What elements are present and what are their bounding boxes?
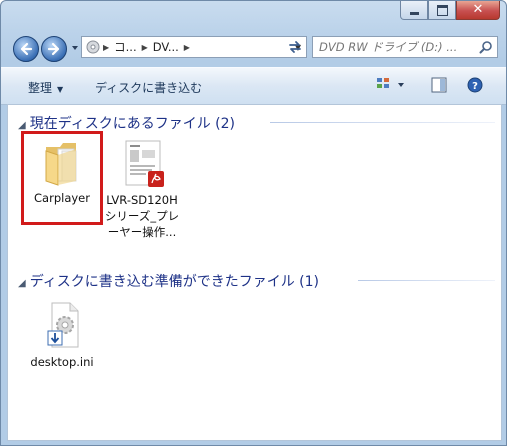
address-bar[interactable]: ▶ コ... ▶ DV... ▶ ▼ <box>81 36 307 58</box>
file-list-pane[interactable]: ◢ 現在ディスクにあるファイル (2) Carplayer LVR-SD120H… <box>7 104 502 441</box>
close-button[interactable]: ✕ <box>456 1 500 20</box>
group-title: ディスクに書き込む準備ができたファイル (1) <box>29 274 320 290</box>
group-title: 現在ディスクにあるファイル (2) <box>29 116 236 132</box>
explorer-window: ✕ ▶ コ... ▶ DV... ▶ ▼ DVD RW ドライブ (D:) ..… <box>0 0 507 446</box>
close-icon: ✕ <box>472 2 484 17</box>
breadcrumb-separator[interactable]: ▶ <box>184 43 190 52</box>
command-bar: 整理 ▼ ディスクに書き込む ? <box>1 67 506 105</box>
group-divider <box>358 280 495 281</box>
group-header-current-files[interactable]: ◢ 現在ディスクにあるファイル (2) <box>18 113 235 133</box>
minimize-icon <box>409 11 419 15</box>
organize-label: 整理 <box>28 81 53 95</box>
search-input[interactable] <box>319 40 469 54</box>
forward-arrow-icon <box>47 42 60 56</box>
file-label: Carplayer <box>34 191 90 205</box>
recent-pages-dropdown-icon[interactable] <box>71 44 79 52</box>
maximize-button[interactable] <box>428 1 456 20</box>
back-arrow-icon <box>20 42 33 56</box>
settings-file-pending-icon <box>47 302 79 348</box>
maximize-icon <box>436 4 448 16</box>
chevron-down-icon: ▼ <box>57 85 64 94</box>
file-item-carplayer[interactable]: Carplayer <box>22 137 102 206</box>
breadcrumb-computer[interactable]: コ... <box>114 39 136 55</box>
organize-menu-button[interactable]: 整理 ▼ <box>28 79 63 96</box>
help-button[interactable]: ? <box>467 77 483 96</box>
breadcrumb-separator[interactable]: ▶ <box>142 43 148 52</box>
forward-button[interactable] <box>41 36 67 62</box>
breadcrumb-separator[interactable]: ▶ <box>103 43 109 52</box>
view-options-icon <box>377 78 404 88</box>
preview-pane-icon <box>431 77 447 93</box>
preview-pane-button[interactable] <box>431 77 447 96</box>
burn-label: ディスクに書き込む <box>95 81 203 95</box>
group-header-pending-burn[interactable]: ◢ ディスクに書き込む準備ができたファイル (1) <box>18 271 319 291</box>
file-label: desktop.ini <box>30 355 94 369</box>
collapse-triangle-icon[interactable]: ◢ <box>18 278 26 289</box>
magnifier-icon[interactable] <box>479 40 493 54</box>
file-label: LVR-SD120Hシリーズ_プレーヤー操作... <box>104 193 180 239</box>
help-icon: ? <box>467 77 483 93</box>
pdf-document-icon <box>125 140 164 187</box>
refresh-icon[interactable] <box>287 39 303 55</box>
minimize-button[interactable] <box>400 1 428 20</box>
search-box[interactable] <box>312 36 498 58</box>
svg-text:?: ? <box>472 81 478 92</box>
back-button[interactable] <box>13 36 39 62</box>
collapse-triangle-icon[interactable]: ◢ <box>18 120 26 131</box>
group-divider <box>270 122 495 123</box>
file-item-pdf-manual[interactable]: LVR-SD120Hシリーズ_プレーヤー操作... <box>102 139 182 240</box>
drive-icon <box>86 40 100 54</box>
folder-icon <box>45 143 77 186</box>
burn-to-disc-button[interactable]: ディスクに書き込む <box>95 79 202 96</box>
change-view-button[interactable] <box>376 77 406 96</box>
caption-buttons: ✕ <box>400 1 500 20</box>
file-item-desktop-ini[interactable]: desktop.ini <box>22 301 102 370</box>
breadcrumb-drive[interactable]: DV... <box>153 40 179 54</box>
navigation-bar: ▶ コ... ▶ DV... ▶ ▼ <box>1 31 506 65</box>
